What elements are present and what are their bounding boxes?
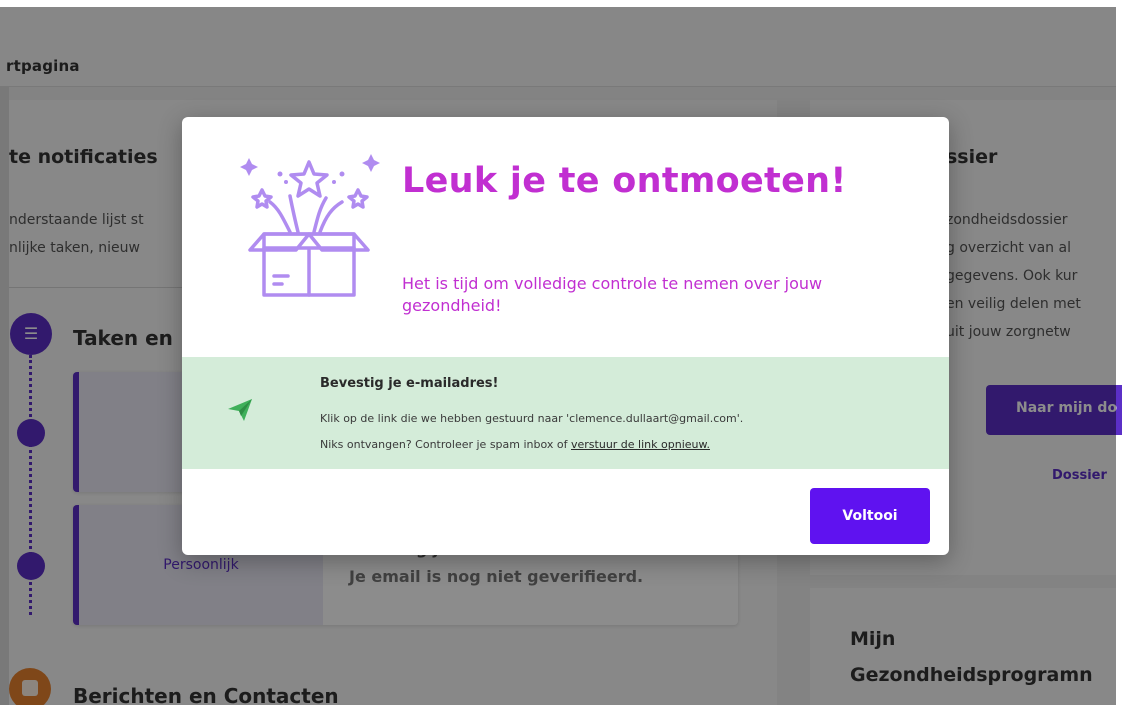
- top-border: [0, 0, 1122, 7]
- email-verification-banner: Bevestig je e-mailadres! Klik op de link…: [182, 357, 949, 469]
- complete-button[interactable]: Voltooi: [810, 488, 930, 544]
- banner-title: Bevestig je e-mailadres!: [320, 376, 499, 391]
- celebration-box-icon: [240, 154, 380, 297]
- banner-text: Klik op de link die we hebben gestuurd n…: [320, 412, 744, 425]
- banner-text-prefix: Niks ontvangen? Controleer je spam inbox…: [320, 438, 571, 451]
- resend-link[interactable]: verstuur de link opnieuw.: [571, 438, 710, 451]
- modal-subtitle: Het is tijd om volledige controle te nem…: [402, 274, 823, 315]
- welcome-modal: Leuk je te ontmoeten! Het is tijd om vol…: [182, 117, 949, 555]
- paper-plane-icon: [228, 399, 252, 421]
- right-border: [1116, 0, 1122, 705]
- modal-title: Leuk je te ontmoeten!: [402, 161, 847, 201]
- banner-text-resend: Niks ontvangen? Controleer je spam inbox…: [320, 438, 710, 451]
